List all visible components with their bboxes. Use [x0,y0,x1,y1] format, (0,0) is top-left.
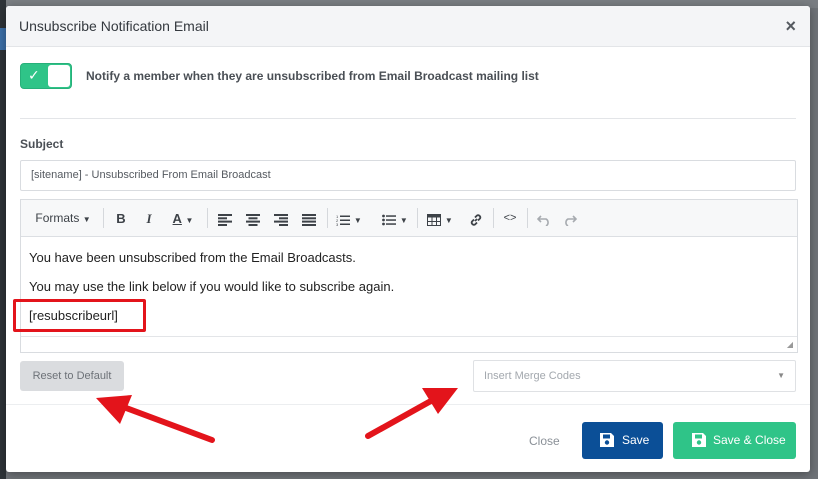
align-right-icon[interactable] [271,200,291,237]
reset-to-default-button[interactable]: Reset to Default [20,361,124,391]
chevron-down-icon: ▼ [777,371,785,380]
insert-merge-codes-select[interactable]: Insert Merge Codes ▼ [473,360,796,392]
formats-dropdown[interactable]: Formats ▼ [31,200,95,237]
align-center-icon[interactable] [243,200,263,237]
chevron-down-icon: ▼ [185,216,194,225]
editor-status-bar: ◢ [21,336,797,352]
notify-toggle-label: Notify a member when they are unsubscrib… [86,69,539,83]
toolbar-separator [103,208,104,228]
close-button[interactable]: Close [529,434,560,448]
numbered-list-icon[interactable]: 123 ▼ [333,200,365,237]
editor-toolbar: Formats ▼ B I A ▼ 123 ▼ ▼ ▼ <> [21,200,797,237]
body-line-1: You have been unsubscribed from the Emai… [29,250,356,265]
close-icon[interactable]: × [785,16,796,37]
save-label: Save [622,433,650,447]
merge-codes-placeholder: Insert Merge Codes [484,370,581,382]
save-and-close-button[interactable]: Save & Close [673,422,796,459]
save-button[interactable]: Save [582,422,663,459]
font-color-icon[interactable]: A ▼ [167,200,199,237]
toolbar-separator [527,208,528,228]
unsubscribe-email-dialog: Unsubscribe Notification Email × ✓ Notif… [6,6,810,472]
undo-icon[interactable] [533,200,555,237]
italic-icon[interactable]: I [139,200,159,237]
align-left-icon[interactable] [215,200,235,237]
code-icon[interactable]: <> [499,200,521,237]
toolbar-separator [493,208,494,228]
toolbar-separator [207,208,208,228]
toolbar-separator [327,208,328,228]
subject-label: Subject [20,137,64,151]
dialog-title: Unsubscribe Notification Email [19,18,209,34]
footer-divider [6,404,810,405]
section-divider [20,118,796,119]
chevron-down-icon: ▼ [353,216,362,225]
justify-icon[interactable] [299,200,319,237]
chevron-down-icon: ▼ [399,216,408,225]
chevron-down-icon: ▼ [444,216,453,225]
link-icon[interactable] [465,200,487,237]
save-and-close-label: Save & Close [713,433,786,447]
body-line-2: You may use the link below if you would … [29,279,395,294]
svg-text:3: 3 [336,222,339,226]
toolbar-separator [417,208,418,228]
check-icon: ✓ [28,67,40,83]
bullet-list-icon[interactable]: ▼ [379,200,411,237]
bold-icon[interactable]: B [111,200,131,237]
floppy-disk-icon [692,433,706,447]
subject-input[interactable]: [sitename] - Unsubscribed From Email Bro… [20,160,796,191]
toggle-knob [48,65,70,87]
annotation-highlight-box [13,299,146,332]
floppy-disk-icon [600,433,614,447]
chevron-down-icon: ▼ [82,215,91,224]
resize-handle-icon[interactable]: ◢ [787,340,793,349]
dialog-header: Unsubscribe Notification Email × [6,6,810,47]
font-color-label: A [172,211,182,226]
formats-label: Formats [35,211,80,225]
table-icon[interactable]: ▼ [423,200,457,237]
notify-toggle[interactable]: ✓ [20,63,72,89]
redo-icon[interactable] [559,200,581,237]
